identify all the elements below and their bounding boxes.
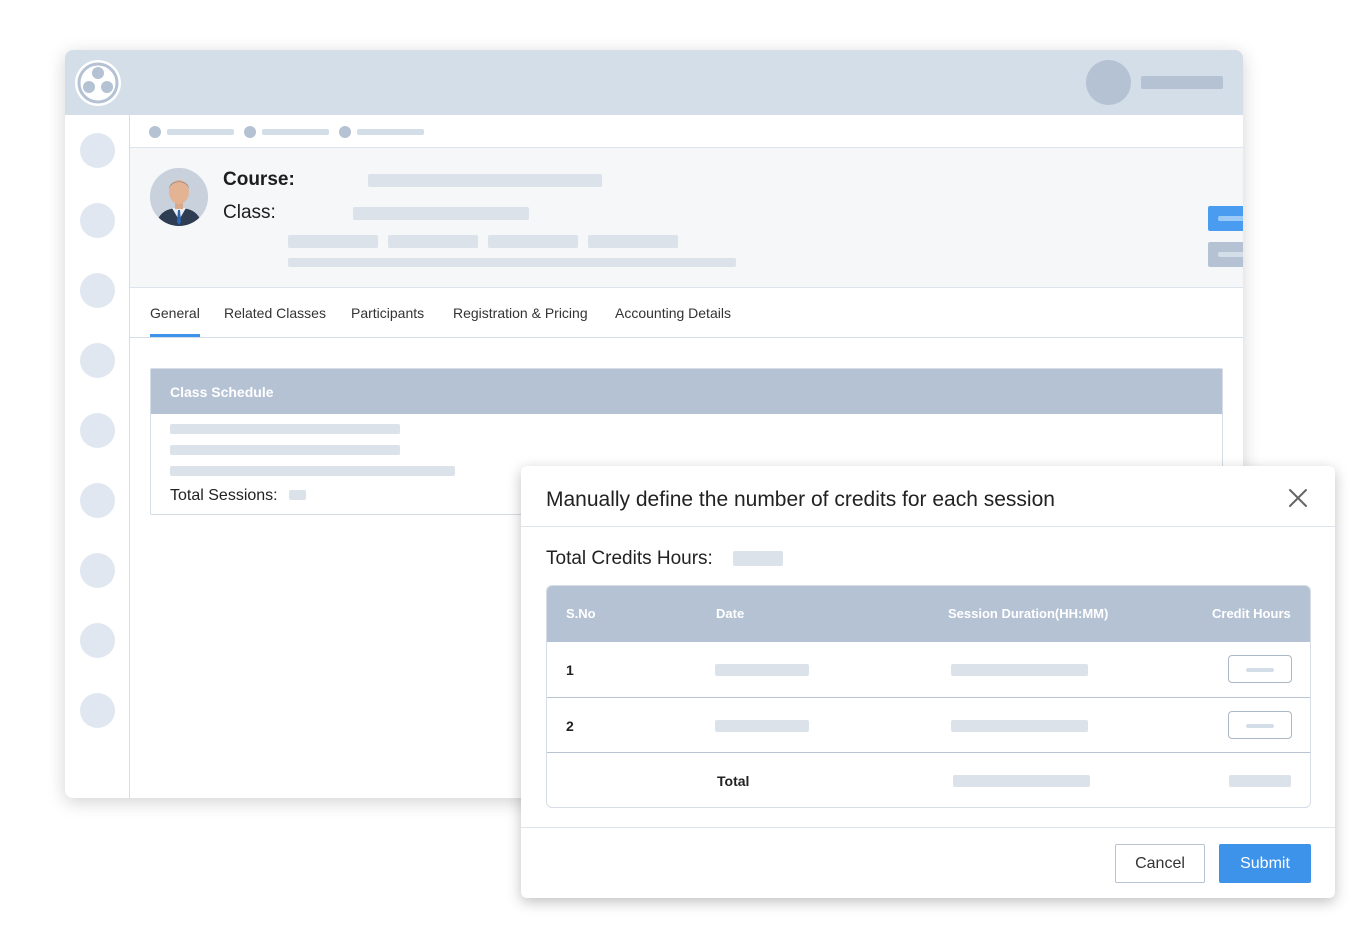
sidebar-item[interactable] [80,553,115,588]
sidebar-item[interactable] [80,693,115,728]
tab-related-classes[interactable]: Related Classes [224,305,326,321]
credit-hours-input[interactable] [1228,655,1292,683]
row-sno: 1 [566,662,574,678]
schedule-line-placeholder [170,466,455,476]
total-sessions-label: Total Sessions: [170,487,278,504]
user-name-placeholder[interactable] [1141,76,1223,89]
sidebar-item[interactable] [80,483,115,518]
class-schedule-header: Class Schedule [151,369,1222,414]
tab-general[interactable]: General [150,305,200,337]
modal-divider [521,526,1335,527]
credits-modal: Manually define the number of credits fo… [521,466,1335,898]
date-placeholder [715,664,809,676]
table-total-row: Total [547,752,1310,807]
instructor-photo [150,168,208,226]
row-sno: 2 [566,718,574,734]
logo-icon[interactable] [75,60,121,106]
sidebar [65,115,130,798]
sidebar-item[interactable] [80,203,115,238]
course-name-placeholder [368,174,602,187]
duration-placeholder [951,720,1088,732]
schedule-line-placeholder [170,424,400,434]
description-placeholder [288,258,736,267]
table-header: S.No Date Session Duration(HH:MM) Credit… [547,586,1310,642]
modal-footer-divider [521,827,1335,828]
tab-registration-pricing[interactable]: Registration & Pricing [453,305,588,321]
class-header: Course: Class: [130,148,1243,288]
class-schedule-title: Class Schedule [170,384,274,400]
total-sessions-value-placeholder [289,490,306,500]
meta-placeholder [588,235,678,248]
column-header-session-duration: Session Duration(HH:MM) [948,606,1109,621]
course-label: Course: [223,169,295,190]
breadcrumb-dot [244,126,256,138]
close-icon[interactable] [1286,486,1310,510]
tab-bar: General Related Classes Participants Reg… [130,288,1243,338]
breadcrumb [130,115,1243,148]
schedule-line-placeholder [170,445,400,455]
class-name-placeholder [353,207,529,220]
credits-table: S.No Date Session Duration(HH:MM) Credit… [546,585,1311,808]
column-header-date: Date [716,606,745,621]
cancel-button[interactable]: Cancel [1115,844,1205,883]
breadcrumb-item[interactable] [262,129,329,135]
sidebar-item[interactable] [80,413,115,448]
total-credits-label: Total Credits Hours: [546,548,713,569]
column-header-sno: S.No [566,606,596,621]
credit-hours-input[interactable] [1228,711,1292,739]
breadcrumb-dot [339,126,351,138]
submit-button[interactable]: Submit [1219,844,1311,883]
total-credits-value-placeholder [733,551,783,566]
meta-placeholder [388,235,478,248]
class-label: Class: [223,202,276,223]
tab-participants[interactable]: Participants [351,305,424,321]
total-duration-placeholder [953,775,1090,787]
total-credits-placeholder [1229,775,1291,787]
sidebar-item[interactable] [80,623,115,658]
table-row: 2 [547,697,1310,753]
primary-action-button[interactable] [1208,206,1243,231]
sidebar-item[interactable] [80,133,115,168]
column-header-credit-hours: Credit Hours [1212,606,1291,621]
sidebar-item[interactable] [80,343,115,378]
breadcrumb-dot [149,126,161,138]
meta-placeholder [288,235,378,248]
tab-accounting-details[interactable]: Accounting Details [615,305,731,321]
sidebar-item[interactable] [80,273,115,308]
secondary-action-button[interactable] [1208,242,1243,267]
total-label: Total [717,773,750,789]
breadcrumb-item[interactable] [357,129,424,135]
user-avatar[interactable] [1086,60,1131,105]
modal-title: Manually define the number of credits fo… [546,488,1055,511]
date-placeholder [715,720,809,732]
breadcrumb-item[interactable] [167,129,234,135]
table-row: 1 [547,642,1310,698]
meta-placeholder [488,235,578,248]
top-bar [65,50,1243,115]
duration-placeholder [951,664,1088,676]
